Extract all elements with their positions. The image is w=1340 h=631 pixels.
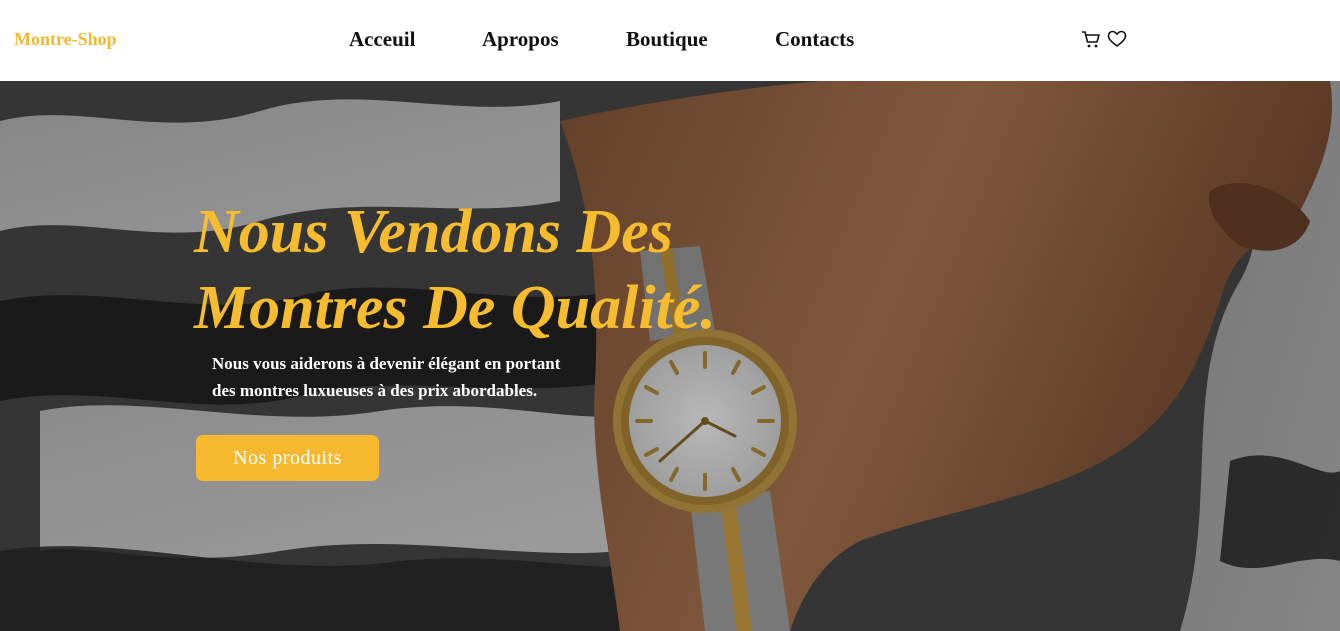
heart-icon[interactable] <box>1107 29 1127 49</box>
hero-title-line-2: Montres De Qualité. <box>194 274 716 342</box>
hero-title-line-1: Nous Vendons Des <box>194 198 673 266</box>
cart-icon[interactable] <box>1081 29 1101 49</box>
nav-item-apropos[interactable]: Apropos <box>482 27 559 52</box>
hero-subtitle-line-2: des montres luxueuses à des prix abordab… <box>212 381 538 400</box>
nav-item-contacts[interactable]: Contacts <box>775 27 854 52</box>
hero-subtitle: Nous vous aiderons à devenir élégant en … <box>212 350 632 404</box>
hero-overlay <box>0 81 1340 631</box>
nav-item-boutique[interactable]: Boutique <box>626 27 708 52</box>
main-nav: Acceuil Apropos Boutique Contacts <box>0 27 1340 53</box>
hero-title: Nous Vendons Des Montres De Qualité. <box>194 194 814 346</box>
hero-subtitle-line-1: Nous vous aiderons à devenir élégant en … <box>212 354 561 373</box>
hero-section: Nous Vendons Des Montres De Qualité. Nou… <box>0 81 1340 631</box>
site-header: Montre-Shop Acceuil Apropos Boutique Con… <box>0 0 1340 81</box>
products-button[interactable]: Nos produits <box>196 435 379 481</box>
nav-item-acceuil[interactable]: Acceuil <box>349 27 415 52</box>
